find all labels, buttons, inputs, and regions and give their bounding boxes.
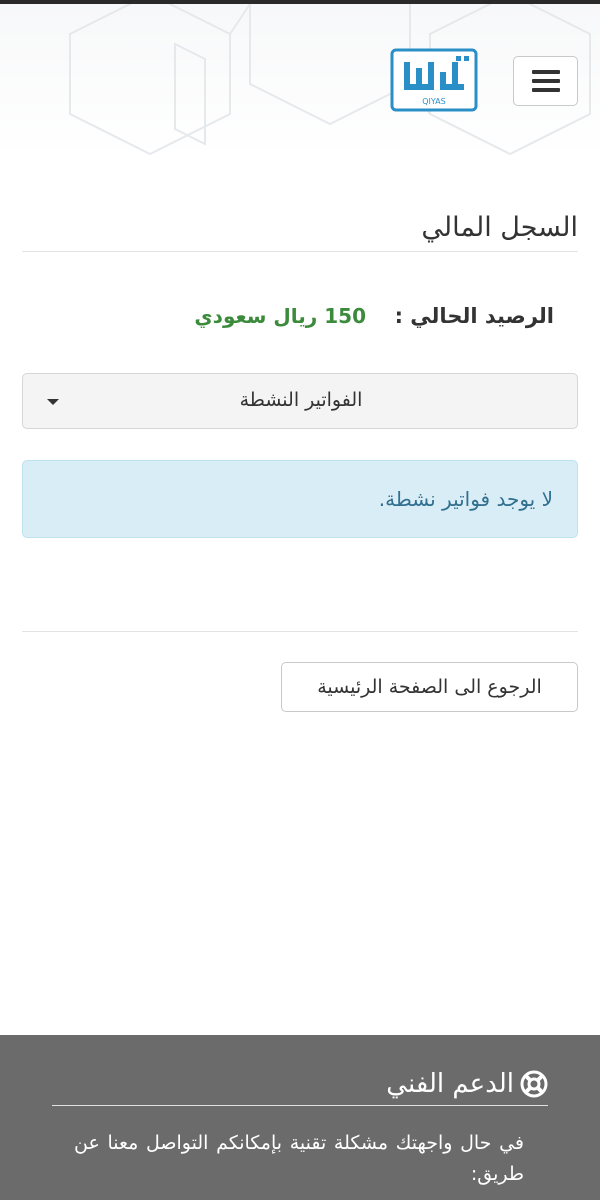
balance-value: 150 ريال سعودي	[194, 304, 366, 328]
support-text: في حال واجهتك مشكلة تقنية بإمكانكم التوا…	[74, 1132, 524, 1185]
section-divider	[22, 631, 578, 632]
qiyas-logo[interactable]: QIYAS	[390, 48, 478, 112]
balance-row: الرصيد الحالي : 150 ريال سعودي	[22, 304, 578, 340]
support-heading: الدعم الفني	[386, 1069, 548, 1099]
logo-text: QIYAS	[422, 97, 445, 106]
header-pattern	[69, 4, 591, 156]
support-footer: الدعم الفني في حال واجهتك مشكلة تقنية بإ…	[0, 1035, 600, 1200]
invoice-filter-select[interactable]: الفواتير النشطة	[22, 373, 578, 429]
back-to-home-button[interactable]: الرجوع الى الصفحة الرئيسية	[281, 662, 578, 712]
title-divider	[22, 251, 578, 252]
life-ring-icon	[520, 1070, 548, 1098]
no-invoices-alert: لا يوجد فواتير نشطة.	[22, 460, 578, 538]
site-header: QIYAS	[0, 4, 600, 156]
caret-down-icon	[47, 399, 59, 405]
hamburger-icon	[531, 70, 560, 92]
alert-message: لا يوجد فواتير نشطة.	[378, 487, 553, 511]
support-title: الدعم الفني	[386, 1069, 514, 1099]
footer-divider	[52, 1105, 548, 1106]
invoice-filter-value: الفواتير النشطة	[239, 389, 363, 411]
menu-toggle-button[interactable]	[513, 56, 578, 106]
balance-label: الرصيد الحالي :	[394, 304, 554, 328]
page-title: السجل المالي	[421, 212, 578, 243]
